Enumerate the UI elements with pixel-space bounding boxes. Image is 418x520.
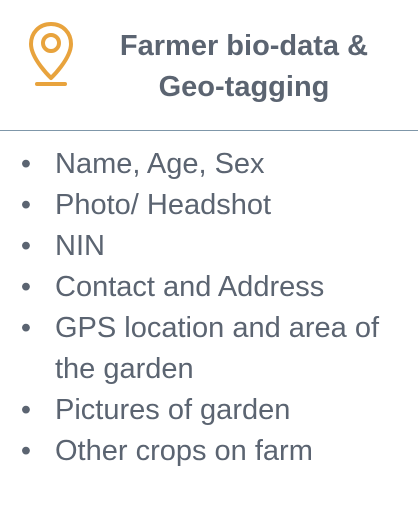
list-item-text: NIN: [55, 230, 105, 262]
bullet-dot: •: [20, 189, 32, 221]
list-item: • Photo/ Headshot: [0, 185, 418, 226]
list-item: • GPS location and area of the garden: [0, 308, 418, 390]
card-title: Farmer bio-data & Geo-tagging: [84, 26, 404, 108]
bullet-dot: •: [20, 312, 32, 344]
list-item: • Name, Age, Sex: [0, 144, 418, 185]
bio-data-card: Farmer bio-data & Geo-tagging • Name, Ag…: [0, 0, 418, 520]
map-pin-icon: [29, 22, 73, 86]
card-header: Farmer bio-data & Geo-tagging: [0, 0, 418, 130]
list-item: • NIN: [0, 226, 418, 267]
list-item: • Pictures of garden: [0, 390, 418, 431]
card-title-line-2: Geo-tagging: [158, 71, 330, 103]
bullet-dot: •: [20, 148, 32, 180]
list-item-text: Other crops on farm: [55, 435, 313, 467]
header-divider: [0, 130, 418, 131]
bullet-list: • Name, Age, Sex • Photo/ Headshot • NIN…: [0, 144, 418, 472]
bullet-dot: •: [20, 394, 32, 426]
card-title-line-1: Farmer bio-data &: [119, 30, 369, 62]
list-item: • Other crops on farm: [0, 431, 418, 472]
list-item-text: Name, Age, Sex: [55, 148, 265, 180]
list-item: • Contact and Address: [0, 267, 418, 308]
list-item-text: Pictures of garden: [55, 394, 291, 426]
list-item-text: Contact and Address: [55, 271, 325, 303]
list-item-text: Photo/ Headshot: [55, 189, 272, 221]
bullet-dot: •: [20, 435, 32, 467]
bullet-dot: •: [20, 271, 32, 303]
list-item-text: GPS location and area of the garden: [55, 312, 380, 385]
bullet-dot: •: [20, 230, 32, 262]
